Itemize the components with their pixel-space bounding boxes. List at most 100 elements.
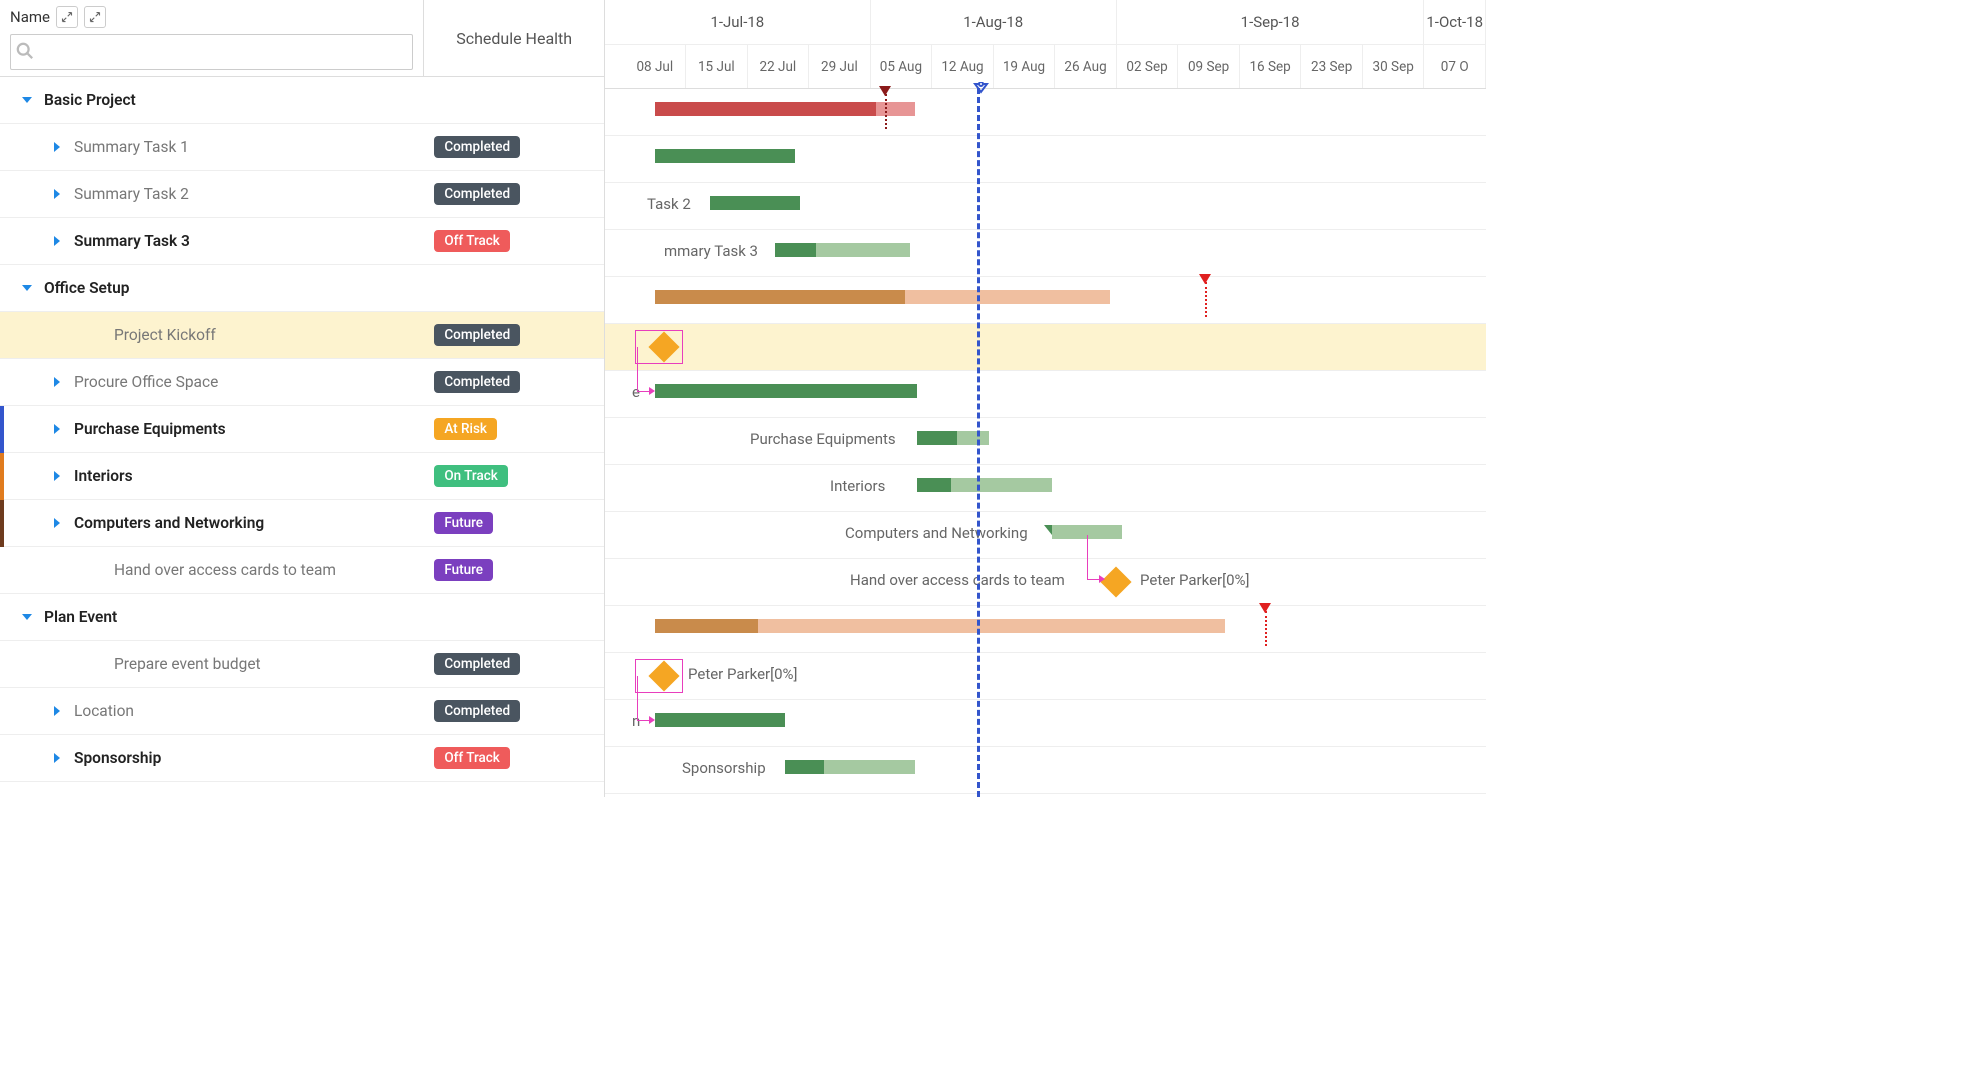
gantt-summary-remaining[interactable] <box>876 102 915 116</box>
gantt-summary-remaining[interactable] <box>957 431 989 445</box>
gantt-row-basic-project[interactable] <box>605 89 1486 136</box>
gantt-row-computers-net[interactable]: Computers and Networking <box>605 512 1486 559</box>
task-name-cell: Procure Office Space <box>0 373 424 391</box>
gantt-bar-label: mmary Task 3 <box>664 242 758 260</box>
chevron-right-icon[interactable] <box>50 469 64 483</box>
gantt-summary-done[interactable] <box>917 431 957 445</box>
task-name-label: Summary Task 1 <box>74 138 189 156</box>
week-cell: 30 Sep <box>1363 45 1425 88</box>
task-name-cell: Computers and Networking <box>0 514 424 532</box>
week-cell: 23 Sep <box>1301 45 1363 88</box>
gantt-row-summary-task-1[interactable] <box>605 136 1486 183</box>
task-health-cell: Completed <box>424 324 604 346</box>
task-row-summary-task-3[interactable]: Summary Task 3Off Track <box>0 218 604 265</box>
month-cell: 1-Oct-18 <box>1424 0 1486 44</box>
chevron-right-icon[interactable] <box>50 422 64 436</box>
task-health-cell: Future <box>424 512 604 534</box>
chevron-right-icon[interactable] <box>50 375 64 389</box>
week-cell: 19 Aug <box>994 45 1056 88</box>
collapse-icon[interactable] <box>56 6 78 28</box>
week-row: 08 Jul15 Jul22 Jul29 Jul05 Aug12 Aug19 A… <box>605 44 1486 88</box>
gantt-row-purchase-equip[interactable]: Purchase Equipments <box>605 418 1486 465</box>
gantt-summary-done[interactable] <box>655 290 905 304</box>
chevron-right-icon[interactable] <box>50 751 64 765</box>
task-row-interiors[interactable]: InteriorsOn Track <box>0 453 604 500</box>
gantt-row-procure-office[interactable]: e <box>605 371 1486 418</box>
task-name-cell: Summary Task 2 <box>0 185 424 203</box>
color-edge <box>0 500 4 547</box>
gantt-summary-done[interactable] <box>655 149 795 163</box>
task-row-basic-project[interactable]: Basic Project <box>0 77 604 124</box>
gantt-summary-done[interactable] <box>710 196 800 210</box>
status-badge: Completed <box>434 136 520 158</box>
gantt-row-interiors[interactable]: Interiors <box>605 465 1486 512</box>
chevron-down-icon[interactable] <box>20 610 34 624</box>
task-name-cell: Hand over access cards to team <box>0 561 424 579</box>
gantt-row-office-setup[interactable] <box>605 277 1486 324</box>
chevron-right-icon[interactable] <box>50 140 64 154</box>
gantt-summary-done[interactable] <box>655 102 876 116</box>
gantt-summary-done[interactable] <box>785 760 824 774</box>
status-badge: Completed <box>434 700 520 722</box>
task-name-label: Summary Task 2 <box>74 185 189 203</box>
chevron-right-icon[interactable] <box>50 234 64 248</box>
task-row-procure-office[interactable]: Procure Office SpaceCompleted <box>0 359 604 406</box>
task-row-computers-net[interactable]: Computers and Networking Future <box>0 500 604 547</box>
gantt-summary-done[interactable] <box>655 619 758 633</box>
task-row-sponsorship[interactable]: Sponsorship Off Track <box>0 735 604 782</box>
gantt-row-plan-event[interactable] <box>605 606 1486 653</box>
status-badge: Completed <box>434 653 520 675</box>
gantt-summary-remaining[interactable] <box>905 290 1110 304</box>
gantt-summary-remaining[interactable] <box>824 760 915 774</box>
task-name-cell: Purchase Equipments <box>0 420 424 438</box>
gantt-bar-label: Sponsorship <box>682 759 766 777</box>
task-row-summary-task-1[interactable]: Summary Task 1 Completed <box>0 124 604 171</box>
gantt-row-summary-task-3[interactable]: mmary Task 3 <box>605 230 1486 277</box>
gantt-row-sponsorship[interactable]: Sponsorship <box>605 747 1486 794</box>
task-row-office-setup[interactable]: Office Setup <box>0 265 604 312</box>
gantt-summary-done[interactable] <box>655 384 917 398</box>
task-row-prepare-budget[interactable]: Prepare event budgetCompleted <box>0 641 604 688</box>
gantt-summary-remaining[interactable] <box>816 243 911 257</box>
gantt-summary-done[interactable] <box>917 478 951 492</box>
task-row-location[interactable]: LocationCompleted <box>0 688 604 735</box>
task-row-purchase-equip[interactable]: Purchase EquipmentsAt Risk <box>0 406 604 453</box>
task-row-plan-event[interactable]: Plan Event <box>0 594 604 641</box>
task-health-cell: At Risk <box>424 418 604 440</box>
gantt-row-hand-over[interactable]: Hand over access cards to teamPeter Park… <box>605 559 1486 606</box>
task-name-label: Computers and Networking <box>74 514 264 532</box>
gantt-row-summary-task-2[interactable]: Task 2 <box>605 183 1486 230</box>
status-badge: Future <box>434 512 493 534</box>
week-cell: 26 Aug <box>1055 45 1117 88</box>
chevron-down-icon[interactable] <box>20 281 34 295</box>
chevron-right-icon[interactable] <box>50 704 64 718</box>
milestone-diamond-icon[interactable] <box>1100 566 1131 597</box>
gantt-summary-done[interactable] <box>655 713 785 727</box>
month-row: 1-Jul-181-Aug-181-Sep-181-Oct-18 <box>605 0 1486 44</box>
expand-icon[interactable] <box>84 6 106 28</box>
gantt-body[interactable]: Task 2 mmary Task 3 ePurchase EquipmentsIn… <box>605 89 1486 794</box>
gantt-row-location[interactable]: n <box>605 700 1486 747</box>
task-name-cell: Basic Project <box>0 91 424 109</box>
status-badge: Off Track <box>434 747 510 769</box>
timeline-header: 1-Jul-181-Aug-181-Sep-181-Oct-18 08 Jul1… <box>605 0 1486 89</box>
task-name-cell: Project Kickoff <box>0 326 424 344</box>
week-cell: 29 Jul <box>809 45 871 88</box>
task-name-cell: Sponsorship <box>0 749 424 767</box>
gantt-row-project-kickoff[interactable] <box>605 324 1486 371</box>
search-input[interactable] <box>10 34 413 70</box>
task-health-cell: Completed <box>424 371 604 393</box>
gantt-summary-remaining[interactable] <box>951 478 1052 492</box>
task-row-project-kickoff[interactable]: Project KickoffCompleted <box>0 312 604 359</box>
task-row-hand-over[interactable]: Hand over access cards to teamFuture <box>0 547 604 594</box>
task-row-summary-task-2[interactable]: Summary Task 2Completed <box>0 171 604 218</box>
chevron-right-icon[interactable] <box>50 187 64 201</box>
gantt-summary-remaining[interactable] <box>758 619 1225 633</box>
dependency-line <box>1087 535 1088 579</box>
week-cell: 15 Jul <box>686 45 748 88</box>
gantt-summary-done[interactable] <box>775 243 816 257</box>
chevron-down-icon[interactable] <box>20 93 34 107</box>
gantt-row-prepare-budget[interactable]: Peter Parker[0%] <box>605 653 1486 700</box>
color-edge <box>0 406 4 453</box>
chevron-right-icon[interactable] <box>50 516 64 530</box>
